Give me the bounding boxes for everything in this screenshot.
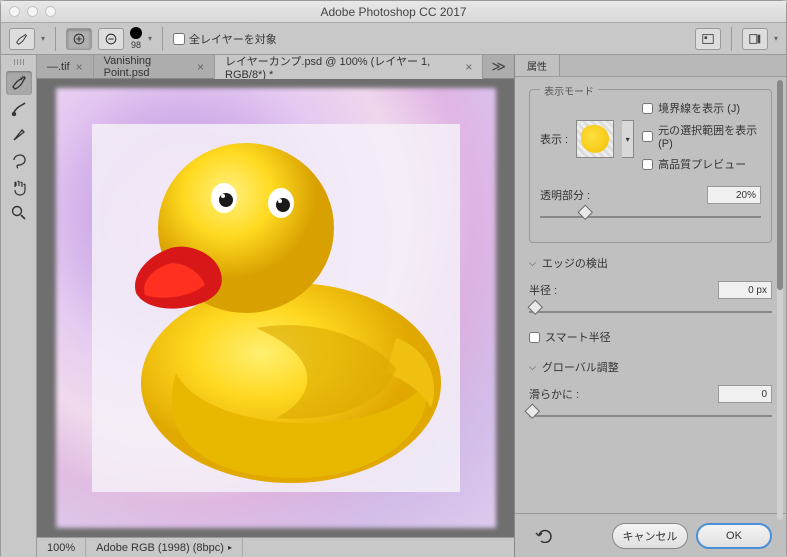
- close-tab-icon[interactable]: ×: [76, 60, 83, 74]
- show-label: 表示 :: [540, 131, 568, 147]
- options-bar: ▾ 98 ▾ 全レイヤーを対象 ▾: [1, 23, 786, 55]
- status-bar: 100% Adobe RGB (1998) (8bpc)▸: [37, 537, 514, 557]
- close-tab-icon[interactable]: ×: [465, 60, 472, 74]
- display-mode-legend: 表示モード: [540, 83, 598, 98]
- refine-brush-tool[interactable]: [6, 97, 32, 121]
- brush-size-value: 98: [131, 40, 141, 50]
- canvas[interactable]: [37, 79, 514, 537]
- quick-select-tool[interactable]: [6, 71, 32, 95]
- document-tab-active[interactable]: レイヤーカンプ.psd @ 100% (レイヤー 1, RGB/8*) *×: [215, 55, 483, 79]
- show-original-checkbox[interactable]: 元の選択範囲を表示 (P): [642, 122, 761, 150]
- cancel-button[interactable]: キャンセル: [612, 523, 688, 549]
- panel-scrollbar[interactable]: [777, 80, 783, 520]
- app-title: Adobe Photoshop CC 2017: [1, 5, 786, 19]
- subtract-selection-button[interactable]: [98, 28, 124, 50]
- transparency-slider[interactable]: [540, 210, 761, 224]
- smooth-label: 滑らかに :: [529, 386, 579, 402]
- lasso-tool[interactable]: [6, 149, 32, 173]
- global-section-toggle[interactable]: ⌵グローバル調整: [529, 359, 772, 375]
- transparency-label: 透明部分 :: [540, 187, 590, 203]
- panel-grip-icon[interactable]: [7, 59, 31, 65]
- panel-tab-properties[interactable]: 属性: [515, 55, 560, 76]
- radius-label: 半径 :: [529, 282, 557, 298]
- brush-tool[interactable]: [6, 123, 32, 147]
- chevron-down-icon: ⌵: [529, 362, 536, 373]
- properties-panel: 属性 表示モード 表示 : ▾ 境界線を表示 (J) 元の選択範囲を表示 (P)…: [514, 55, 786, 557]
- smooth-field[interactable]: 0: [718, 385, 772, 403]
- brush-dot-icon: [130, 27, 142, 39]
- document-tab[interactable]: —.tif×: [37, 55, 94, 79]
- panel-tabs: 属性: [515, 55, 786, 77]
- display-mode-group: 表示モード 表示 : ▾ 境界線を表示 (J) 元の選択範囲を表示 (P) 高品…: [529, 89, 772, 243]
- edge-section-toggle[interactable]: ⌵エッジの検出: [529, 255, 772, 271]
- tool-preset-picker[interactable]: [9, 28, 35, 50]
- radius-slider[interactable]: [529, 305, 772, 319]
- radius-field[interactable]: 0 px: [718, 281, 772, 299]
- close-tab-icon[interactable]: ×: [197, 60, 204, 74]
- ok-button[interactable]: OK: [696, 523, 772, 549]
- brush-size-picker[interactable]: 98: [130, 27, 142, 50]
- hand-tool[interactable]: [6, 175, 32, 199]
- all-layers-checkbox[interactable]: 全レイヤーを対象: [173, 31, 277, 47]
- color-profile[interactable]: Adobe RGB (1998) (8bpc)▸: [86, 538, 243, 557]
- document-area: —.tif× Vanishing Point.psd× レイヤーカンプ.psd …: [37, 55, 514, 557]
- panel-footer: キャンセル OK: [515, 513, 786, 557]
- document-tabs: —.tif× Vanishing Point.psd× レイヤーカンプ.psd …: [37, 55, 514, 79]
- zoom-tool[interactable]: [6, 201, 32, 225]
- document-tab[interactable]: Vanishing Point.psd×: [94, 55, 215, 79]
- tools-panel: [1, 55, 37, 557]
- smooth-slider[interactable]: [529, 409, 772, 423]
- add-selection-button[interactable]: [66, 28, 92, 50]
- zoom-level[interactable]: 100%: [37, 538, 86, 557]
- show-border-checkbox[interactable]: 境界線を表示 (J): [642, 100, 761, 116]
- all-layers-label: 全レイヤーを対象: [189, 31, 277, 47]
- workspace-icon[interactable]: [742, 28, 768, 50]
- high-quality-checkbox[interactable]: 高品質プレビュー: [642, 156, 761, 172]
- gallery-icon[interactable]: [695, 28, 721, 50]
- smart-radius-checkbox[interactable]: スマート半径: [529, 329, 772, 345]
- duck-image: [116, 128, 446, 488]
- tabs-overflow[interactable]: ≫: [483, 58, 514, 75]
- transparency-field[interactable]: 20%: [707, 186, 761, 204]
- preview-dropdown[interactable]: ▾: [622, 120, 634, 158]
- chevron-down-icon: ⌵: [529, 258, 536, 269]
- reset-button[interactable]: [529, 526, 557, 546]
- preview-thumbnail[interactable]: [576, 120, 614, 158]
- title-bar: Adobe Photoshop CC 2017: [1, 1, 786, 23]
